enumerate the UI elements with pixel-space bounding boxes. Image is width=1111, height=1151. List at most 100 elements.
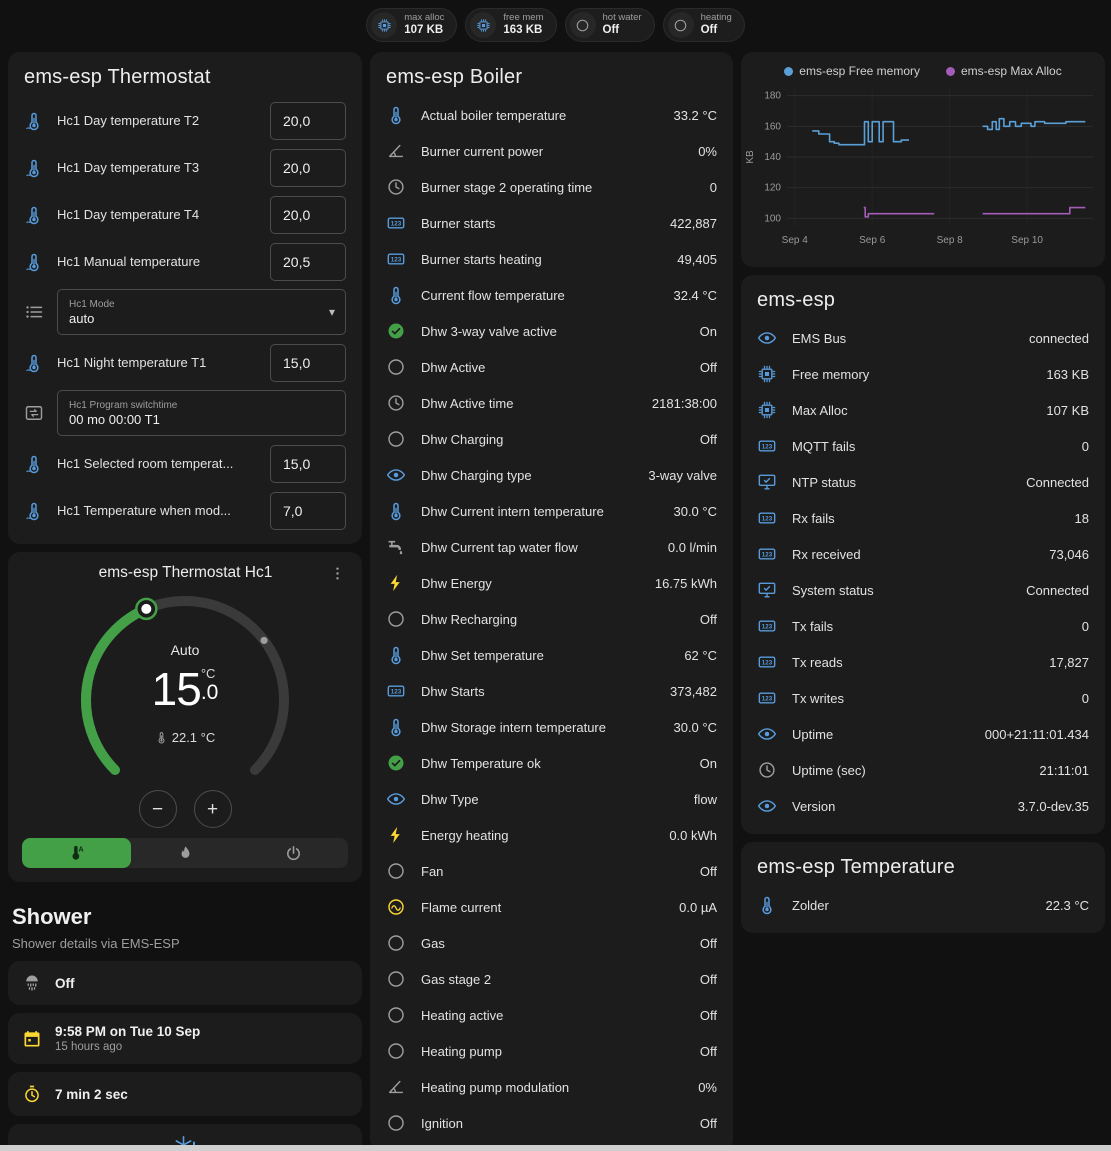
entity-row[interactable]: Dhw Temperature okOn	[386, 745, 717, 781]
entity-row[interactable]: Dhw Current intern temperature30.0 °C	[386, 493, 717, 529]
entity-row[interactable]: FanOff	[386, 853, 717, 889]
number-input[interactable]: 20,0	[270, 102, 346, 140]
entity-row[interactable]: Burner current power0%	[386, 133, 717, 169]
number-input[interactable]: 7,0	[270, 492, 346, 530]
number-input[interactable]: 20,5	[270, 243, 346, 281]
legend-item[interactable]: ems-esp Free memory	[784, 64, 920, 78]
counter-icon: 123	[386, 249, 406, 269]
entity-row[interactable]: 123Burner starts heating49,405	[386, 241, 717, 277]
mode-select[interactable]: Hc1 Modeauto▾	[57, 289, 346, 335]
entity-row[interactable]: Dhw ChargingOff	[386, 421, 717, 457]
bottom-scrollbar[interactable]	[0, 1145, 1111, 1151]
entity-row[interactable]: Flame current0.0 µA	[386, 889, 717, 925]
dots-vertical-icon[interactable]	[329, 565, 346, 582]
entity-row[interactable]: Dhw 3-way valve activeOn	[386, 313, 717, 349]
mode-heat-button[interactable]	[131, 838, 240, 868]
water-thermometer-icon	[24, 454, 44, 474]
entity-row[interactable]: Current flow temperature32.4 °C	[386, 277, 717, 313]
thermostat-dial[interactable]: Auto 15°C.0 22.1 °C	[65, 588, 305, 788]
entity-row[interactable]: Uptime (sec)21:11:01	[757, 752, 1089, 788]
entity-row[interactable]: Actual boiler temperature33.2 °C	[386, 97, 717, 133]
entity-row[interactable]: 123Rx received73,046	[757, 536, 1089, 572]
memory-chart[interactable]: Sep 4Sep 6Sep 8Sep 10100120140160180KB	[741, 78, 1105, 264]
entity-row[interactable]: Free memory163 KB	[757, 356, 1089, 392]
svg-text:A: A	[78, 845, 83, 853]
entity-row[interactable]: System statusConnected	[757, 572, 1089, 608]
entity-name: Current flow temperature	[421, 288, 658, 303]
current-temperature-value: 22.1 °C	[172, 730, 216, 745]
entity-row[interactable]: NTP statusConnected	[757, 464, 1089, 500]
entity-row[interactable]: Energy heating0.0 kWh	[386, 817, 717, 853]
entity-name: Rx fails	[792, 511, 1060, 526]
entity-name: Dhw Starts	[421, 684, 655, 699]
text-input[interactable]: Hc1 Program switchtime00 mo 00:00 T1	[57, 390, 346, 436]
entity-row[interactable]: 123Rx fails18	[757, 500, 1089, 536]
legend-item[interactable]: ems-esp Max Alloc	[946, 64, 1062, 78]
shower-duration-value: 7 min 2 sec	[55, 1087, 128, 1102]
dashboard: max alloc107 KBfree mem163 KB hot waterOf…	[0, 0, 1111, 1151]
check-circle-icon	[386, 753, 406, 773]
entity-row[interactable]: 123Tx fails0	[757, 608, 1089, 644]
thermostat-row: Hc1 Selected room temperat... 15,0	[24, 440, 346, 487]
field-label: Hc1 Mode	[69, 299, 334, 310]
entity-row[interactable]: Dhw Storage intern temperature30.0 °C	[386, 709, 717, 745]
counter-icon: 123	[757, 616, 777, 636]
entity-name: Tx fails	[792, 619, 1067, 634]
entity-value: 0.0 kWh	[669, 828, 717, 843]
entity-row[interactable]: Heating pump modulation0%	[386, 1069, 717, 1105]
entity-row[interactable]: Dhw Active time2181:38:00	[386, 385, 717, 421]
badge-max-alloc[interactable]: max alloc107 KB	[366, 8, 457, 42]
entity-row[interactable]: 123Tx writes0	[757, 680, 1089, 716]
shower-duration-card[interactable]: 7 min 2 sec	[8, 1072, 362, 1116]
entity-row[interactable]: Max Alloc107 KB	[757, 392, 1089, 428]
entity-row[interactable]: EMS Busconnected	[757, 320, 1089, 356]
temperature-unit: °C	[201, 667, 216, 681]
entity-row[interactable]: Dhw RechargingOff	[386, 601, 717, 637]
entity-value: 0	[1082, 691, 1089, 706]
thermometer-icon	[386, 105, 406, 125]
entity-row[interactable]: Zolder22.3 °C	[757, 887, 1089, 923]
number-input[interactable]: 20,0	[270, 149, 346, 187]
shower-time-card[interactable]: 9:58 PM on Tue 10 Sep 15 hours ago	[8, 1013, 362, 1064]
field-value: auto	[69, 311, 334, 326]
entity-row[interactable]: IgnitionOff	[386, 1105, 717, 1141]
entity-row[interactable]: Uptime000+21:11:01.434	[757, 716, 1089, 752]
entity-row[interactable]: 123MQTT fails0	[757, 428, 1089, 464]
entity-row[interactable]: Dhw ActiveOff	[386, 349, 717, 385]
entity-row[interactable]: Version3.7.0-dev.35	[757, 788, 1089, 824]
entity-row[interactable]: 123Dhw Starts373,482	[386, 673, 717, 709]
entity-name: Burner current power	[421, 144, 683, 159]
entity-row[interactable]: 123Tx reads17,827	[757, 644, 1089, 680]
entity-row[interactable]: Burner stage 2 operating time0	[386, 169, 717, 205]
entity-name: Actual boiler temperature	[421, 108, 658, 123]
entity-row[interactable]: Dhw Typeflow	[386, 781, 717, 817]
entity-row[interactable]: Dhw Current tap water flow0.0 l/min	[386, 529, 717, 565]
faucet-icon	[386, 537, 406, 557]
entity-row[interactable]: Heating activeOff	[386, 997, 717, 1033]
mode-auto-button[interactable]: A	[22, 838, 131, 868]
temp-increase-button[interactable]: +	[194, 790, 232, 828]
entity-row[interactable]: 123Burner starts422,887	[386, 205, 717, 241]
shower-timestamp-relative: 15 hours ago	[55, 1041, 200, 1053]
entity-row[interactable]: Gas stage 2Off	[386, 961, 717, 997]
badge-hot-water[interactable]: hot waterOff	[565, 8, 655, 42]
entity-row[interactable]: Dhw Energy16.75 kWh	[386, 565, 717, 601]
mode-off-button[interactable]	[239, 838, 348, 868]
number-input[interactable]: 20,0	[270, 196, 346, 234]
shower-state-card[interactable]: Off	[8, 961, 362, 1005]
number-input[interactable]: 15,0	[270, 344, 346, 382]
entity-row[interactable]: Heating pumpOff	[386, 1033, 717, 1069]
badge-value: 163 KB	[503, 24, 543, 38]
temp-decrease-button[interactable]: −	[139, 790, 177, 828]
entity-row[interactable]: Dhw Charging type3-way valve	[386, 457, 717, 493]
hvac-mode-row: A	[22, 838, 348, 868]
badge-heating[interactable]: heatingOff	[663, 8, 745, 42]
badge-free-mem[interactable]: free mem163 KB	[465, 8, 556, 42]
entity-name: Burner starts heating	[421, 252, 662, 267]
number-input[interactable]: 15,0	[270, 445, 346, 483]
entity-row[interactable]: Dhw Set temperature62 °C	[386, 637, 717, 673]
clock-icon	[386, 177, 406, 197]
entity-row[interactable]: GasOff	[386, 925, 717, 961]
entity-name: Hc1 Selected room temperat...	[57, 456, 257, 471]
svg-text:180: 180	[764, 91, 781, 102]
